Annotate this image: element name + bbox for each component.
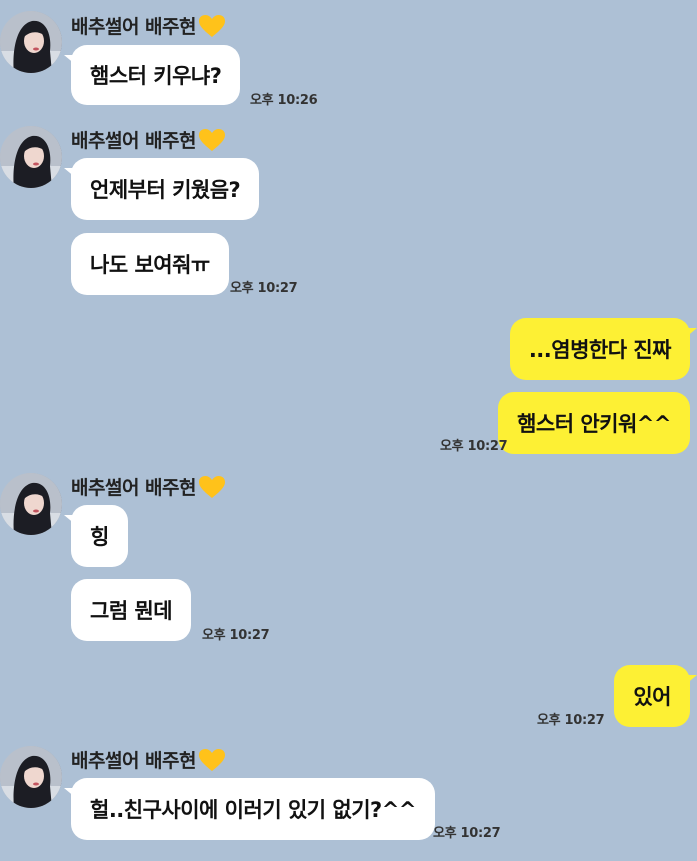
heart-icon (198, 475, 225, 498)
contact-avatar[interactable] (0, 11, 62, 73)
message-bubble[interactable]: 햄스터 안키워^^ (498, 392, 690, 454)
contact-avatar[interactable] (0, 126, 62, 188)
sender-name: 배추썰어 배주현 (71, 126, 226, 153)
message-bubble[interactable]: 햄스터 키우냐? (63, 45, 241, 105)
chat-room[interactable]: 배추썰어 배주현 햄스터 키우냐? 오후 10:26 배추썰어 배주현 언제부터… (0, 0, 697, 861)
sender-name: 배추썰어 배주현 (71, 746, 226, 773)
sender-name: 배추썰어 배주현 (71, 473, 226, 500)
contact-avatar[interactable] (0, 473, 62, 535)
message-bubble[interactable]: 언제부터 키웠음? (63, 158, 260, 220)
contact-avatar[interactable] (0, 746, 62, 808)
message-time: 오후 10:27 (440, 439, 508, 454)
message-time: 오후 10:27 (202, 628, 270, 643)
message-time: 오후 10:26 (250, 93, 318, 108)
heart-icon (198, 128, 225, 151)
message-bubble[interactable]: ...염병한다 진짜 (509, 318, 697, 380)
message-bubble[interactable]: 그럼 뭔데 (71, 579, 192, 641)
message-bubble[interactable]: 힝 (64, 505, 128, 567)
heart-icon (198, 748, 225, 771)
message-bubble[interactable]: 나도 보여줘ㅠ (71, 233, 229, 295)
sender-name: 배추썰어 배주현 (71, 12, 226, 39)
message-time: 오후 10:27 (230, 281, 298, 296)
message-time: 오후 10:27 (433, 826, 501, 841)
heart-icon (198, 14, 225, 37)
message-time: 오후 10:27 (537, 713, 605, 728)
message-bubble[interactable]: 헐..친구사이에 이러기 있기 없기?^^ (64, 778, 435, 840)
message-bubble[interactable]: 있어 (614, 665, 697, 727)
